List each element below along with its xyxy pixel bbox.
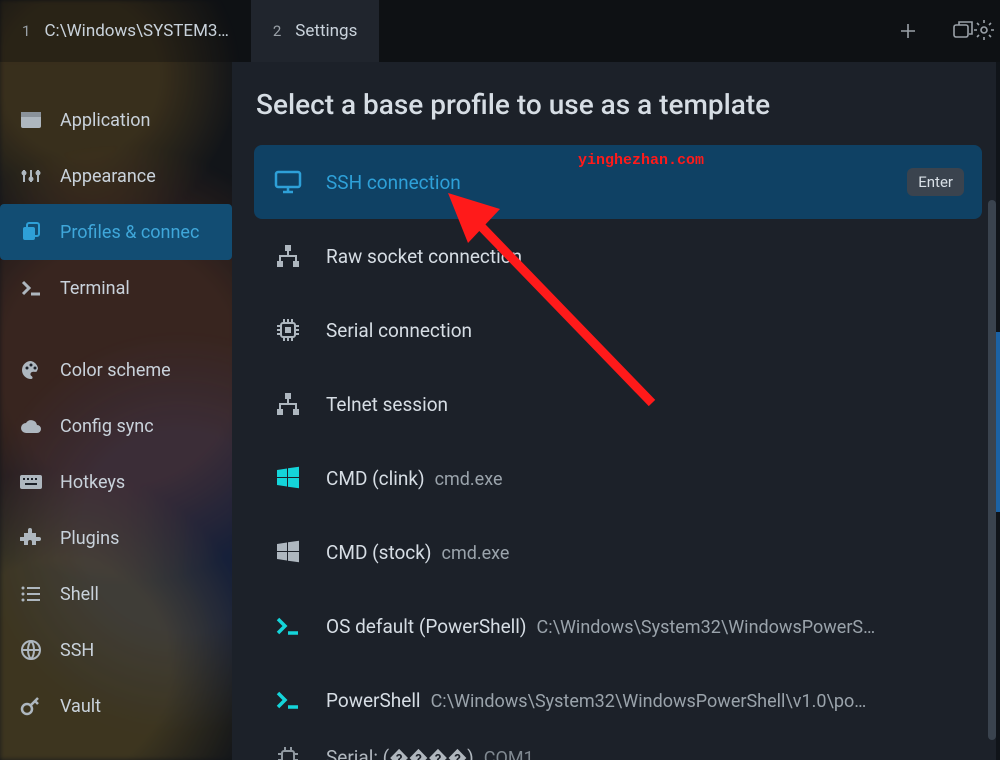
profile-option-cmd-stock[interactable]: CMD (stock) cmd.exe	[254, 515, 982, 589]
modal-title: Select a base profile to use as a templa…	[254, 84, 982, 143]
key-icon	[18, 695, 44, 717]
prompt-icon	[272, 616, 304, 636]
main-area: Application Appearance Profiles & connec…	[0, 62, 1000, 760]
profile-subtitle: cmd.exe	[435, 469, 503, 490]
settings-content: Select a base profile to use as a templa…	[232, 62, 1000, 760]
settings-sidebar: Application Appearance Profiles & connec…	[0, 62, 232, 760]
app-root: 1 C:\Windows\SYSTEM3… 2 Settings Applica…	[0, 0, 1000, 760]
window-icon	[18, 111, 44, 129]
chip-icon	[272, 746, 304, 760]
profile-option-os-default-powershell[interactable]: OS default (PowerShell) C:\Windows\Syste…	[254, 589, 982, 663]
sidebar-item-label: Shell	[60, 584, 99, 605]
monitor-icon	[272, 170, 304, 194]
windows-icon[interactable]	[952, 21, 974, 41]
cloud-icon	[18, 417, 44, 435]
sidebar-item-hotkeys[interactable]: Hotkeys	[0, 454, 232, 510]
profile-title: CMD (clink)	[326, 467, 425, 490]
palette-icon	[18, 359, 44, 381]
windows-logo-icon	[272, 465, 304, 491]
windows-logo-icon	[272, 539, 304, 565]
profile-subtitle: C:\Windows\System32\WindowsPowerS…	[537, 617, 876, 638]
sidebar-item-label: Application	[60, 110, 150, 131]
profile-subtitle: COM1	[484, 748, 534, 760]
sidebar-separator	[0, 316, 232, 342]
profile-list-scrollbar[interactable]	[988, 200, 996, 740]
profile-title: SSH connection	[326, 171, 461, 194]
profile-option-raw-socket[interactable]: Raw socket connection	[254, 219, 982, 293]
sidebar-item-terminal[interactable]: Terminal	[0, 260, 232, 316]
sidebar-item-shell[interactable]: Shell	[0, 566, 232, 622]
profile-title: Serial connection	[326, 319, 472, 342]
sidebar-item-label: Appearance	[60, 166, 156, 187]
sidebar-item-label: Color scheme	[60, 360, 171, 381]
profile-option-ssh[interactable]: SSH connection Enter	[254, 145, 982, 219]
profile-subtitle: cmd.exe	[442, 543, 510, 564]
tab-bar: 1 C:\Windows\SYSTEM3… 2 Settings	[0, 0, 1000, 62]
profile-title: Serial: (����)	[326, 746, 474, 760]
sidebar-item-label: Hotkeys	[60, 472, 125, 493]
keyboard-icon	[18, 474, 44, 490]
profile-title: OS default (PowerShell)	[326, 615, 527, 638]
tab-terminal[interactable]: 1 C:\Windows\SYSTEM3…	[0, 0, 251, 62]
puzzle-icon	[18, 527, 44, 549]
sidebar-item-label: Vault	[60, 696, 101, 717]
network-icon	[272, 392, 304, 416]
sidebar-item-vault[interactable]: Vault	[0, 678, 232, 734]
sidebar-item-label: SSH	[60, 640, 94, 661]
profile-title: CMD (stock)	[326, 541, 432, 564]
copy-icon	[18, 222, 44, 242]
tab-label: C:\Windows\SYSTEM3…	[44, 21, 228, 41]
profile-option-serial-com1[interactable]: Serial: (����) COM1	[254, 737, 982, 760]
settings-gear-icon[interactable]	[972, 18, 996, 42]
profile-option-powershell[interactable]: PowerShell C:\Windows\System32\WindowsPo…	[254, 663, 982, 737]
profile-template-picker: Select a base profile to use as a templa…	[232, 62, 996, 760]
tab-index: 2	[273, 22, 281, 40]
profile-subtitle: C:\Windows\System32\WindowsPowerShell\v1…	[431, 691, 867, 712]
network-icon	[272, 244, 304, 268]
tab-index: 1	[22, 22, 30, 40]
tab-settings[interactable]: 2 Settings	[251, 0, 380, 62]
prompt-icon	[18, 279, 44, 297]
sliders-icon	[18, 166, 44, 186]
profile-list: SSH connection Enter Raw socket connecti…	[254, 145, 982, 760]
sidebar-item-application[interactable]: Application	[0, 92, 232, 148]
tab-label: Settings	[295, 21, 357, 41]
sidebar-item-appearance[interactable]: Appearance	[0, 148, 232, 204]
sidebar-item-profiles[interactable]: Profiles & connec	[0, 204, 232, 260]
sidebar-item-label: Terminal	[60, 278, 130, 299]
profile-title: Telnet session	[326, 393, 448, 416]
profile-option-serial[interactable]: Serial connection	[254, 293, 982, 367]
list-icon	[18, 585, 44, 603]
profile-option-telnet[interactable]: Telnet session	[254, 367, 982, 441]
globe-icon	[18, 639, 44, 661]
sidebar-item-configsync[interactable]: Config sync	[0, 398, 232, 454]
prompt-icon	[272, 690, 304, 710]
profile-title: Raw socket connection	[326, 245, 522, 268]
sidebar-item-ssh[interactable]: SSH	[0, 622, 232, 678]
sidebar-item-label: Profiles & connec	[60, 222, 199, 243]
sidebar-item-plugins[interactable]: Plugins	[0, 510, 232, 566]
chip-icon	[272, 317, 304, 343]
new-tab-icon[interactable]	[898, 21, 918, 41]
sidebar-item-colorscheme[interactable]: Color scheme	[0, 342, 232, 398]
sidebar-item-label: Config sync	[60, 416, 154, 437]
profile-title: PowerShell	[326, 689, 421, 712]
enter-key-badge: Enter	[907, 168, 964, 196]
profile-option-cmd-clink[interactable]: CMD (clink) cmd.exe	[254, 441, 982, 515]
sidebar-item-label: Plugins	[60, 528, 119, 549]
